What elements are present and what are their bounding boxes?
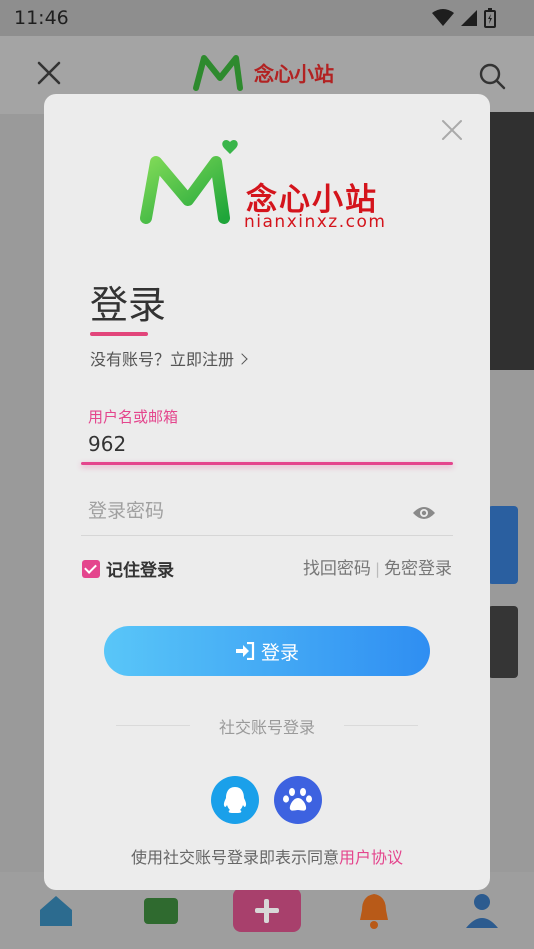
background-logo-text: 念心小站 [254, 61, 334, 86]
home-icon[interactable] [34, 888, 78, 932]
username-underline [81, 462, 453, 465]
username-label: 用户名或邮箱 [88, 408, 179, 426]
background-card [488, 606, 518, 678]
bell-icon[interactable] [352, 888, 396, 932]
background-logo: 念心小站 [190, 50, 334, 94]
eye-icon[interactable] [412, 504, 436, 522]
register-link[interactable]: 没有账号？立即注册 [90, 346, 248, 370]
wallet-icon[interactable] [140, 888, 184, 932]
logo-mark-icon [140, 139, 238, 224]
close-icon[interactable] [440, 118, 464, 142]
logo-mark-icon [193, 55, 243, 91]
paw-icon [283, 788, 312, 811]
register-link-text: 没有账号？立即注册 [90, 350, 235, 369]
password-underline [81, 535, 453, 536]
remember-login-checkbox[interactable]: 记住登录 [82, 556, 174, 581]
divider-right [344, 725, 418, 726]
publish-button[interactable] [233, 888, 301, 932]
sign-in-icon [235, 642, 255, 660]
search-icon[interactable] [478, 62, 506, 90]
terms-notice: 使用社交账号登录即表示同意用户协议 [44, 844, 490, 868]
login-modal: 念心小站 nianxinxz.com 登录 没有账号？立即注册 用户名或邮箱 记… [44, 94, 490, 890]
status-time: 11:46 [14, 7, 69, 29]
signal-icon [461, 10, 477, 26]
password-input[interactable] [88, 500, 398, 522]
user-icon[interactable] [460, 888, 504, 932]
forgot-password-link[interactable]: 找回密码 [303, 559, 371, 579]
baidu-login-button[interactable] [274, 776, 322, 824]
link-separator: | [374, 560, 380, 578]
social-login-title: 社交账号登录 [218, 718, 315, 737]
checkbox-checked-icon[interactable] [82, 559, 100, 578]
login-button-label: 登录 [260, 641, 299, 664]
close-icon[interactable] [34, 58, 64, 88]
passwordless-login-link[interactable]: 免密登录 [384, 559, 452, 579]
battery-icon [484, 8, 496, 28]
qq-icon [223, 787, 247, 813]
background-banner [488, 112, 534, 370]
logo-domain-text: nianxinxz.com [244, 212, 387, 232]
chevron-right-icon [236, 353, 248, 365]
user-agreement-link[interactable]: 用户协议 [339, 848, 403, 867]
status-bar: 11:46 [0, 0, 534, 36]
site-logo: 念心小站 nianxinxz.com [136, 138, 396, 234]
username-input[interactable] [88, 432, 448, 456]
qq-login-button[interactable] [211, 776, 259, 824]
account-links: 找回密码 | 免密登录 [303, 554, 452, 579]
status-icons [432, 8, 496, 28]
background-card [488, 506, 518, 584]
page-title: 登录 [90, 283, 167, 327]
terms-prefix: 使用社交账号登录即表示同意 [130, 848, 339, 867]
remember-login-label: 记住登录 [106, 561, 174, 581]
title-underline [90, 332, 148, 336]
login-button[interactable]: 登录 [104, 626, 430, 676]
wifi-icon [432, 9, 454, 26]
